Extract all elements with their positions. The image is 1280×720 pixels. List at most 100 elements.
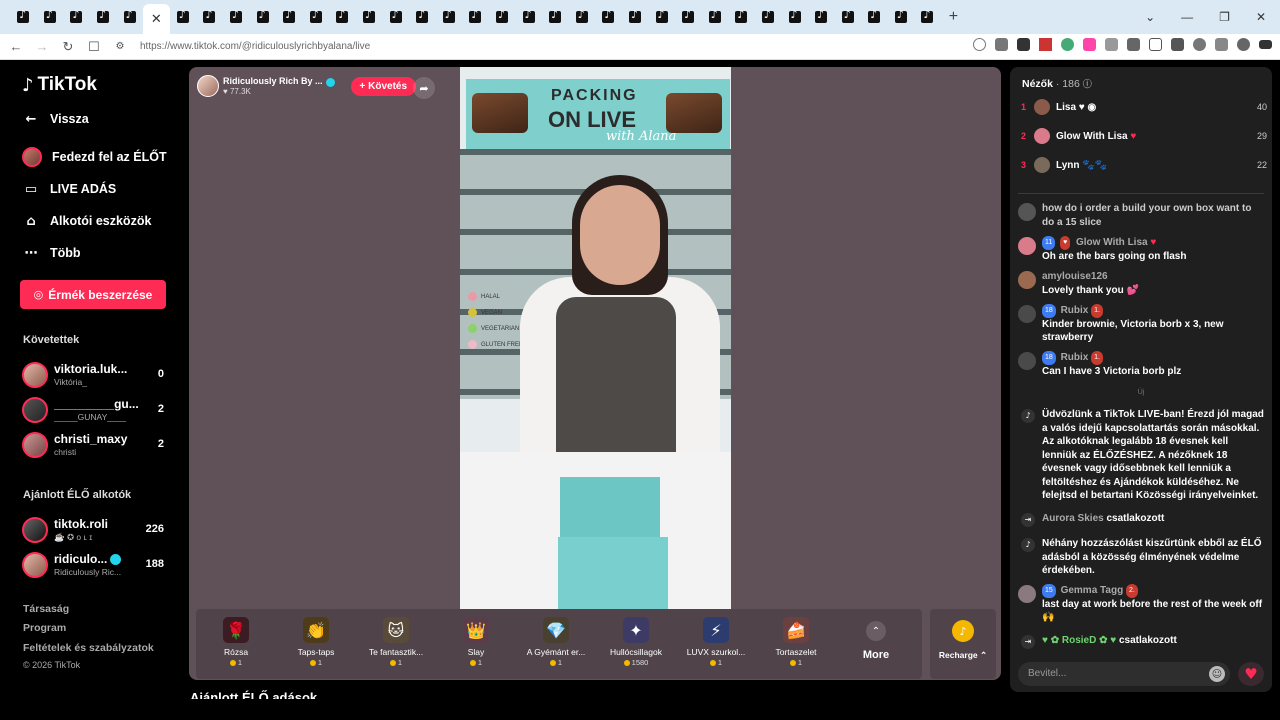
site-settings-icon[interactable]: ⚙ xyxy=(110,41,130,52)
top-viewer[interactable]: 1 Lisa ♥ ◉ 40 xyxy=(1021,96,1267,118)
browser-tab[interactable] xyxy=(436,4,463,30)
close-tab-icon[interactable]: ✕ xyxy=(151,11,162,27)
like-heart-icon[interactable]: ♥ xyxy=(1238,662,1264,686)
suggested-account[interactable]: tiktok.roli ☕ ✪ o ʟ ɪ 226 xyxy=(22,515,164,545)
alert-icon[interactable] xyxy=(1039,38,1052,51)
browser-tab[interactable] xyxy=(303,4,330,30)
message-user[interactable]: Rubix xyxy=(1061,352,1089,363)
browser-tab[interactable] xyxy=(37,4,64,30)
close-window-button[interactable]: ✕ xyxy=(1256,10,1266,24)
wallet-icon[interactable] xyxy=(1171,38,1184,51)
joined-user[interactable]: Aurora Skies xyxy=(1042,513,1104,524)
bookmark-icon[interactable]: ☐ xyxy=(84,39,104,55)
star-icon[interactable] xyxy=(1215,38,1228,51)
tab-search-icon[interactable]: ⌄ xyxy=(1145,10,1155,24)
maximize-button[interactable]: ❐ xyxy=(1219,10,1230,24)
browser-tab[interactable] xyxy=(568,4,595,30)
browser-tab[interactable] xyxy=(808,4,835,30)
follow-button[interactable]: + Követés xyxy=(350,76,417,96)
footer-company[interactable]: Társaság xyxy=(23,603,69,615)
recharge-button[interactable]: ♪ Recharge ⌃ xyxy=(930,609,996,679)
browser-tab[interactable] xyxy=(515,4,542,30)
url-field[interactable]: https://www.tiktok.com/@ridiculouslyrich… xyxy=(140,41,370,52)
chat-input[interactable]: Bevitel... xyxy=(1018,662,1230,686)
gift-item[interactable]: ✦ Hullócsillagok 1580 xyxy=(596,609,676,679)
browser-tab[interactable] xyxy=(834,4,861,30)
viewers-header[interactable]: Nézők · 186 ⓘ xyxy=(1022,77,1092,90)
browser-tab[interactable] xyxy=(276,4,303,30)
shield-icon[interactable] xyxy=(995,38,1008,51)
gift-item[interactable]: 🍰 Tortaszelet 1 xyxy=(756,609,836,679)
following-account[interactable]: _________gu... _____GUNAY____ 2 xyxy=(22,395,164,425)
browser-tab[interactable] xyxy=(755,4,782,30)
back-icon[interactable]: ← xyxy=(6,39,26,54)
browser-tab[interactable] xyxy=(249,4,276,30)
music-icon[interactable] xyxy=(1127,38,1140,51)
nav-more[interactable]: ⋯ Több xyxy=(22,244,81,262)
puzzle-icon[interactable] xyxy=(1105,38,1118,51)
browser-tab[interactable] xyxy=(356,4,383,30)
message-user[interactable]: Glow With Lisa xyxy=(1076,237,1148,248)
browser-tab[interactable] xyxy=(888,4,915,30)
browser-tab[interactable] xyxy=(701,4,728,30)
tiktok-logo[interactable]: ♪ TikTok xyxy=(22,74,97,96)
gift-item[interactable]: 🌹 Rózsa 1 xyxy=(196,609,276,679)
top-viewer[interactable]: 3 Lynn 🐾🐾 22 xyxy=(1021,154,1267,176)
message-user[interactable]: Rubix xyxy=(1061,305,1089,316)
nav-explore-live[interactable]: Fedezd fel az ÉLŐT xyxy=(22,147,167,167)
footer-program[interactable]: Program xyxy=(23,622,66,634)
host-avatar[interactable] xyxy=(197,75,219,97)
message-user[interactable]: amylouise126 xyxy=(1042,271,1108,282)
reload-icon[interactable]: ↻ xyxy=(58,39,78,55)
gift-item[interactable]: 💎 A Gyémánt er... 1 xyxy=(516,609,596,679)
nav-live[interactable]: ▭ LIVE ADÁS xyxy=(22,180,116,198)
sidebar-icon[interactable] xyxy=(1149,38,1162,51)
live-video[interactable]: PACKING ON LIVE with Alana HALAL VEGAN V… xyxy=(460,67,731,609)
more-gifts-button[interactable]: ⌃ More xyxy=(836,609,916,679)
gift-item[interactable]: 👑 Slay 1 xyxy=(436,609,516,679)
browser-tab[interactable] xyxy=(595,4,622,30)
message-user[interactable]: Gemma Tagg xyxy=(1061,585,1124,596)
browser-tab[interactable] xyxy=(622,4,649,30)
new-tab-button[interactable]: + xyxy=(949,8,958,26)
browser-tab[interactable] xyxy=(329,4,356,30)
browser-tab[interactable] xyxy=(861,4,888,30)
gift-item[interactable]: 👏 Taps-taps 1 xyxy=(276,609,356,679)
menu-icon[interactable] xyxy=(1259,40,1272,49)
following-account[interactable]: viktoria.luk... Viktória_ 0 xyxy=(22,360,164,390)
nav-creator-tools[interactable]: ⌂ Alkotói eszközök xyxy=(22,212,151,230)
browser-tab[interactable] xyxy=(170,4,197,30)
browser-tab[interactable] xyxy=(196,4,223,30)
vpn-icon[interactable] xyxy=(1237,38,1250,51)
browser-tab[interactable] xyxy=(728,4,755,30)
info-icon[interactable]: ⓘ xyxy=(1083,80,1092,90)
browser-tab[interactable] xyxy=(223,4,250,30)
browser-tab[interactable] xyxy=(409,4,436,30)
browser-tab[interactable] xyxy=(116,4,143,30)
nav-back[interactable]: ← Vissza xyxy=(22,110,89,128)
browser-tab[interactable] xyxy=(63,4,90,30)
browser-tab[interactable] xyxy=(462,4,489,30)
ai-icon[interactable] xyxy=(1193,38,1206,51)
gift-item[interactable]: 🐱 Te fantasztik... 1 xyxy=(356,609,436,679)
browser-tab[interactable] xyxy=(781,4,808,30)
browser-tab-active[interactable]: ✕ xyxy=(142,4,170,34)
extension-icon[interactable] xyxy=(1017,38,1030,51)
browser-tab[interactable] xyxy=(90,4,117,30)
browser-tab[interactable] xyxy=(10,4,37,30)
following-account[interactable]: christi_maxy christi 2 xyxy=(22,430,164,460)
suggested-account[interactable]: ridiculo... Ridiculously Ric... 188 xyxy=(22,550,164,580)
browser-tab[interactable] xyxy=(914,4,941,30)
forward-icon[interactable]: → xyxy=(32,39,52,54)
color-icon[interactable] xyxy=(1061,38,1074,51)
gift-item[interactable]: ⚡ LUVX szurkol... 1 xyxy=(676,609,756,679)
browser-tab[interactable] xyxy=(489,4,516,30)
footer-terms[interactable]: Feltételek és szabályzatok xyxy=(23,642,154,654)
browser-tab[interactable] xyxy=(648,4,675,30)
top-viewer[interactable]: 2 Glow With Lisa ♥ 29 xyxy=(1021,125,1267,147)
browser-tab[interactable] xyxy=(382,4,409,30)
get-coins-button[interactable]: ◎ Érmék beszerzése xyxy=(20,280,166,309)
minimize-button[interactable]: — xyxy=(1181,10,1193,24)
browser-tab[interactable] xyxy=(675,4,702,30)
host-chip[interactable]: Ridiculously Rich By ... ♥ 77.3K + Követ… xyxy=(197,75,417,97)
